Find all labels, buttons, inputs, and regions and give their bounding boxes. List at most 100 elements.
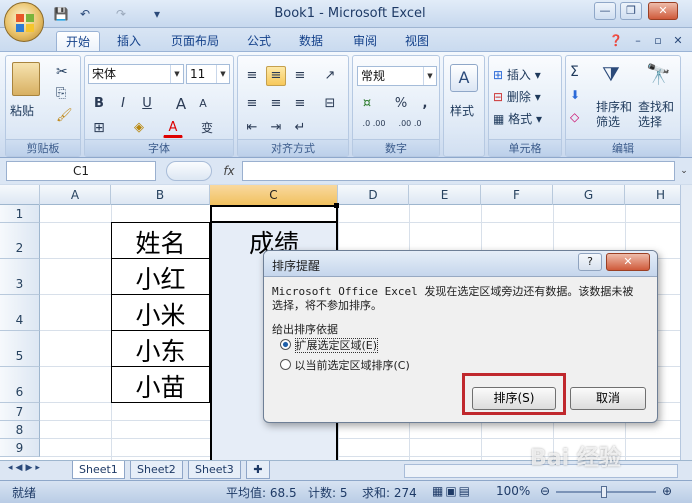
tab-formulas[interactable]: 公式 bbox=[238, 31, 280, 53]
clear-icon[interactable]: ◇ bbox=[570, 110, 579, 124]
insert-cells-button[interactable]: ⊞ 插入 ▾ bbox=[493, 66, 541, 83]
redo-icon[interactable]: ↷ bbox=[112, 6, 130, 22]
fill-icon[interactable]: ⬇ bbox=[570, 88, 580, 102]
office-button[interactable] bbox=[4, 2, 44, 42]
italic-button[interactable]: I bbox=[113, 94, 133, 114]
col-header-c[interactable]: C bbox=[210, 185, 338, 205]
zoom-level[interactable]: 100% bbox=[496, 484, 530, 498]
option-expand-selection[interactable]: 扩展选定区域(E) bbox=[280, 337, 379, 353]
find-select-button[interactable]: 查找和 选择 bbox=[638, 100, 674, 130]
increase-decimal-button[interactable]: .0 .00 bbox=[359, 118, 389, 138]
zoom-in-icon[interactable]: ⊕ bbox=[662, 484, 672, 498]
align-middle-icon[interactable]: ≡ bbox=[266, 66, 286, 86]
comma-button[interactable]: , bbox=[415, 94, 435, 114]
sort-filter-icon[interactable]: ⧩ bbox=[602, 62, 620, 86]
row-header-9[interactable]: 9 bbox=[0, 439, 40, 457]
currency-icon[interactable]: ¤ bbox=[357, 94, 377, 114]
decrease-decimal-button[interactable]: .00 .0 bbox=[395, 118, 425, 138]
font-color-button[interactable]: A bbox=[163, 118, 183, 138]
dialog-help-icon[interactable]: ? bbox=[578, 253, 602, 271]
sheet-nav-icon[interactable]: ◂◀▶▸ bbox=[8, 463, 43, 473]
dialog-close-icon[interactable]: ✕ bbox=[606, 253, 650, 271]
sheet-tab-3[interactable]: Sheet3 bbox=[188, 461, 241, 479]
autosum-button[interactable]: Σ bbox=[570, 64, 579, 80]
copy-icon[interactable]: ⎘ bbox=[56, 86, 66, 101]
expand-formula-icon[interactable]: ⌄ bbox=[678, 161, 690, 181]
row-header-5[interactable]: 5 bbox=[0, 331, 40, 367]
row-header-1[interactable]: 1 bbox=[0, 205, 40, 223]
vertical-scrollbar[interactable] bbox=[680, 185, 692, 460]
phonetic-button[interactable]: 变 bbox=[197, 118, 217, 138]
sort-filter-button[interactable]: 排序和 筛选 bbox=[596, 100, 632, 130]
fill-color-icon[interactable]: ◈ bbox=[129, 118, 149, 138]
underline-button[interactable]: U bbox=[137, 94, 157, 114]
row-header-3[interactable]: 3 bbox=[0, 259, 40, 295]
option-current-selection[interactable]: 以当前选定区域排序(C) bbox=[280, 357, 410, 373]
cut-icon[interactable]: ✂ bbox=[56, 64, 68, 80]
col-header-e[interactable]: E bbox=[409, 185, 481, 205]
cancel-button[interactable]: 取消 bbox=[570, 387, 646, 410]
name-box[interactable]: C1 bbox=[6, 161, 156, 181]
ribbon-close-icon[interactable]: ✕ bbox=[670, 34, 686, 48]
cell-b5[interactable]: 小东 bbox=[111, 332, 210, 368]
ribbon-minimize-icon[interactable]: – bbox=[630, 34, 646, 48]
restore-button[interactable]: ❐ bbox=[620, 2, 642, 20]
row-header-2[interactable]: 2 bbox=[0, 223, 40, 259]
format-painter-icon[interactable]: 🖌 bbox=[56, 108, 73, 123]
col-header-a[interactable]: A bbox=[40, 185, 111, 205]
col-header-b[interactable]: B bbox=[111, 185, 210, 205]
font-name-combo[interactable]: 宋体 ▼ bbox=[88, 64, 184, 84]
col-header-d[interactable]: D bbox=[338, 185, 409, 205]
zoom-slider-thumb[interactable] bbox=[601, 486, 607, 498]
save-icon[interactable]: 💾 bbox=[52, 6, 70, 22]
orientation-icon[interactable]: ↗ bbox=[320, 66, 340, 86]
bold-button[interactable]: B bbox=[89, 94, 109, 114]
col-header-g[interactable]: G bbox=[553, 185, 625, 205]
binoculars-icon[interactable]: 🔭 bbox=[646, 62, 671, 86]
close-button[interactable]: ✕ bbox=[648, 2, 678, 20]
align-top-icon[interactable]: ≡ bbox=[242, 66, 262, 86]
undo-icon[interactable]: ↶ bbox=[76, 6, 94, 22]
number-format-combo[interactable]: 常规 ▼ bbox=[357, 66, 437, 86]
paste-button[interactable]: 粘贴 bbox=[10, 102, 34, 119]
row-header-7[interactable]: 7 bbox=[0, 403, 40, 421]
radio-selected[interactable] bbox=[280, 339, 291, 350]
delete-cells-button[interactable]: ⊟ 删除 ▾ bbox=[493, 88, 541, 105]
minimize-button[interactable]: — bbox=[594, 2, 616, 20]
fill-handle[interactable] bbox=[334, 203, 339, 208]
cell-b6[interactable]: 小苗 bbox=[111, 368, 210, 404]
tab-view[interactable]: 视图 bbox=[396, 31, 438, 53]
row-header-4[interactable]: 4 bbox=[0, 295, 40, 331]
styles-button[interactable]: 样式 bbox=[450, 102, 474, 119]
paste-icon[interactable] bbox=[12, 62, 40, 96]
view-buttons-icon[interactable]: ▦▣▤ bbox=[432, 484, 472, 498]
tab-review[interactable]: 审阅 bbox=[344, 31, 386, 53]
shrink-font-button[interactable]: A bbox=[193, 94, 213, 114]
sort-button[interactable]: 排序(S) bbox=[472, 387, 556, 410]
radio-unselected[interactable] bbox=[280, 359, 291, 370]
ribbon-restore-icon[interactable]: ▫ bbox=[650, 34, 666, 48]
align-right-icon[interactable]: ≡ bbox=[290, 94, 310, 114]
styles-icon[interactable]: A bbox=[450, 64, 478, 92]
col-header-h[interactable]: H bbox=[625, 185, 680, 205]
sheet-tab-1[interactable]: Sheet1 bbox=[72, 461, 125, 479]
borders-icon[interactable]: ⊞ bbox=[89, 118, 109, 138]
cell-b2[interactable]: 姓名 bbox=[111, 224, 210, 260]
format-cells-button[interactable]: ▦ 格式 ▾ bbox=[493, 110, 542, 127]
formula-input[interactable] bbox=[242, 161, 675, 181]
customize-qat-icon[interactable]: ▾ bbox=[148, 6, 166, 22]
decrease-indent-icon[interactable]: ⇤ bbox=[242, 118, 262, 138]
wrap-text-icon[interactable]: ↵ bbox=[290, 118, 310, 138]
align-bottom-icon[interactable]: ≡ bbox=[290, 66, 310, 86]
increase-indent-icon[interactable]: ⇥ bbox=[266, 118, 286, 138]
row-header-6[interactable]: 6 bbox=[0, 367, 40, 403]
fx-icon[interactable]: fx bbox=[218, 161, 240, 181]
sheet-tab-2[interactable]: Sheet2 bbox=[130, 461, 183, 479]
tab-page-layout[interactable]: 页面布局 bbox=[162, 31, 228, 53]
active-cell-c1[interactable] bbox=[210, 205, 338, 223]
col-header-f[interactable]: F bbox=[481, 185, 553, 205]
font-size-combo[interactable]: 11 ▼ bbox=[186, 64, 230, 84]
insert-sheet-icon[interactable]: ✚ bbox=[246, 461, 270, 479]
tab-home[interactable]: 开始 bbox=[56, 31, 101, 53]
row-header-8[interactable]: 8 bbox=[0, 421, 40, 439]
